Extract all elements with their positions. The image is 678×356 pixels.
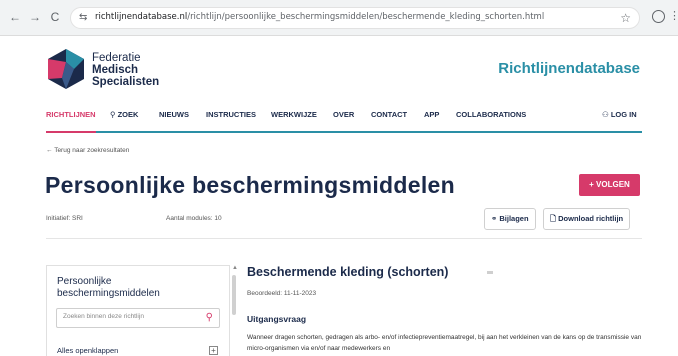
url-host: richtlijnendatabase.nl [95,12,188,22]
nav-item-zoek-label: ZOEK [117,110,139,119]
bijlagen-button[interactable]: ⚭ Bijlagen [484,208,536,230]
sidebar-search-input[interactable] [63,313,193,320]
review-date: Beoordeeld: 11-11-2023 [247,290,317,297]
site-info-icon[interactable]: ⇆ [79,12,87,23]
nav-active-indicator [46,131,96,133]
browser-toolbar: ← → C ⇆ richtlijnendatabase.nl/richtlijn… [0,0,678,36]
sidebar-search-box[interactable]: ⚲ [56,308,220,328]
search-icon[interactable]: ⚲ [206,312,213,323]
brand-line-2: Medisch [92,64,139,76]
forward-arrow-icon[interactable]: → [28,10,42,24]
page-title: Persoonlijke beschermingsmiddelen [45,172,455,198]
database-title[interactable]: Richtlijnendatabase [498,60,640,77]
expand-plus-icon[interactable]: + [209,346,218,355]
section-title: Beschermende kleding (schorten) [247,265,449,279]
nav-item-nieuws[interactable]: NIEUWS [159,110,189,119]
bijlagen-label: Bijlagen [499,214,529,223]
brand-line-3: Specialisten [92,76,160,88]
initiatief-label: Initiatief: SRI [46,215,83,222]
nav-item-instructies[interactable]: INSTRUCTIES [206,110,256,119]
document-icon: 🗋 [550,214,559,223]
bookmark-star-icon[interactable]: ☆ [620,11,631,25]
url-text[interactable]: richtlijnendatabase.nl/richtlijn/persoon… [95,12,544,22]
url-path: /richtlijn/persoonlijke_beschermingsmidd… [187,12,545,22]
subheading: Uitgangsvraag [247,314,307,324]
nav-underline [46,131,642,133]
nav-item-richtlijnen[interactable]: RICHTLIJNEN [46,110,96,119]
back-to-results-link[interactable]: ← Terug naar zoekresultaten [46,147,129,154]
nav-item-over[interactable]: OVER [333,110,354,119]
scroll-up-icon[interactable]: ▲ [232,265,238,271]
module-sidebar: Persoonlijke beschermingsmiddelen ⚲ Alle… [46,265,230,356]
collapse-icon[interactable] [487,271,493,274]
brand-line-1: Federatie [92,52,141,64]
login-label: LOG IN [610,110,637,119]
back-arrow-icon[interactable]: ← [8,10,22,24]
fms-logo[interactable] [46,48,86,90]
profile-icon[interactable] [652,10,665,23]
expand-all-link[interactable]: Alles openklappen [57,346,118,355]
reload-icon[interactable]: C [48,10,62,24]
user-icon: ⚇ [602,110,611,119]
login-link[interactable]: ⚇ LOG IN [602,110,637,119]
download-button[interactable]: 🗋 Download richtlijn [543,208,631,230]
follow-button[interactable]: + VOLGEN [579,174,640,196]
nav-item-collaborations[interactable]: COLLABORATIONS [456,110,526,119]
search-icon: ⚲ [110,110,118,119]
nav-item-app[interactable]: APP [424,110,439,119]
nav-item-werkwijze[interactable]: WERKWIJZE [271,110,317,119]
sidebar-scrollbar[interactable]: ▲ [232,265,238,356]
body-text: Wanneer dragen schorten, gedragen als ar… [247,334,642,352]
divider [46,238,642,239]
address-bar[interactable]: ⇆ richtlijnendatabase.nl/richtlijn/perso… [70,7,640,29]
brand-name: Federatie Medisch Specialisten [92,52,159,88]
sidebar-title[interactable]: Persoonlijke beschermingsmiddelen [57,276,217,300]
download-label: Download richtlijn [558,214,624,223]
main-nav: RICHTLIJNEN ⚲ ZOEK NIEUWS INSTRUCTIES WE… [46,110,642,124]
modules-count: Aantal modules: 10 [166,215,222,222]
scroll-thumb[interactable] [232,275,236,315]
nav-item-zoek[interactable]: ⚲ ZOEK [110,110,138,119]
nav-item-contact[interactable]: CONTACT [371,110,407,119]
browser-menu-icon[interactable]: ⋮ [669,9,678,22]
